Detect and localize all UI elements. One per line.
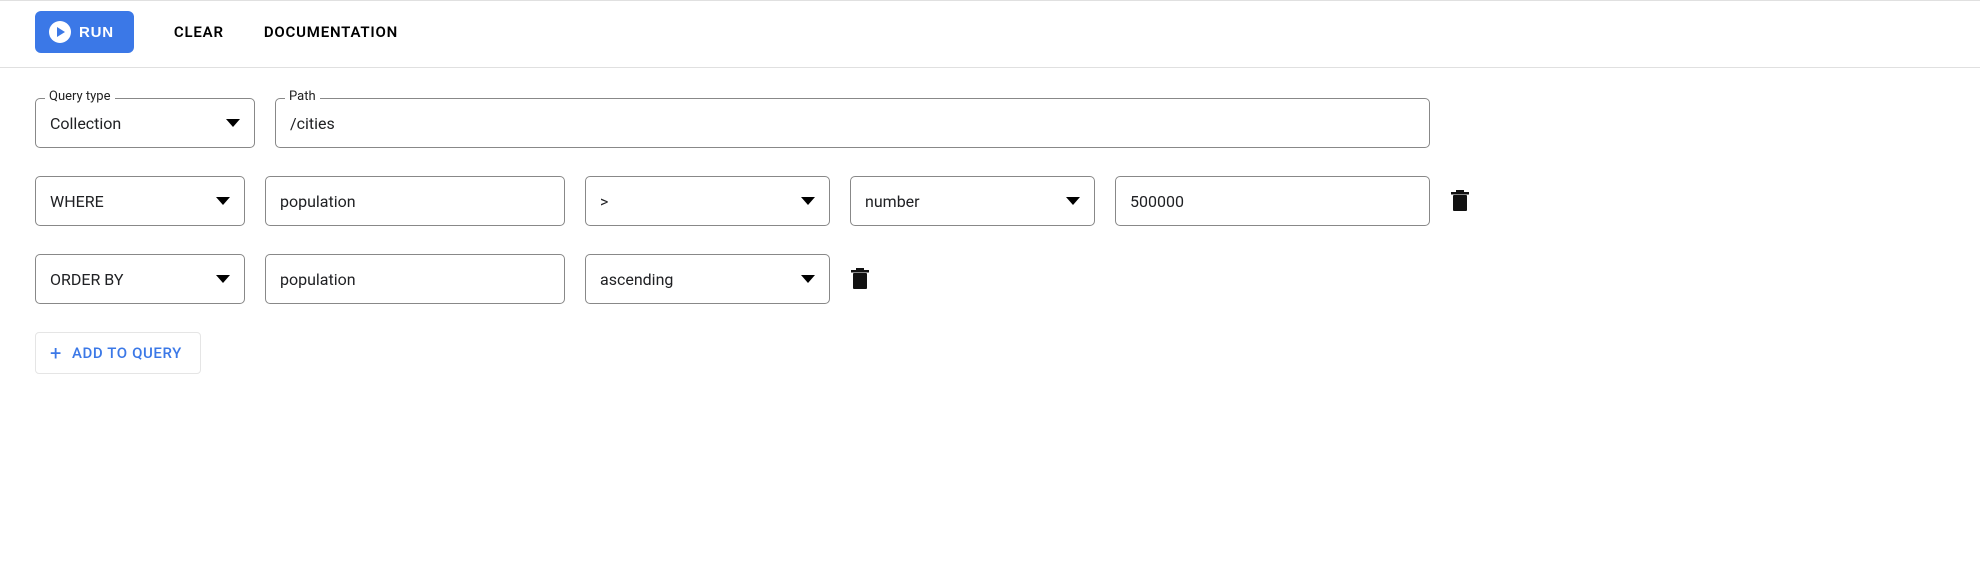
query-type-field: Query type Collection [35, 98, 255, 148]
clause-type-select[interactable]: WHERE [35, 176, 245, 226]
where-field-input-wrap [265, 176, 565, 226]
chevron-down-icon [226, 119, 240, 127]
clause-type-select[interactable]: ORDER BY [35, 254, 245, 304]
clear-button[interactable]: CLEAR [174, 23, 224, 41]
play-icon [49, 21, 71, 43]
query-type-label: Query type [45, 89, 115, 104]
chevron-down-icon [1066, 197, 1080, 205]
path-input[interactable] [290, 114, 1415, 133]
run-button-label: RUN [79, 24, 114, 41]
chevron-down-icon [216, 275, 230, 283]
add-to-query-button[interactable]: + ADD TO QUERY [35, 332, 201, 374]
orderby-direction-select[interactable]: ascending [585, 254, 830, 304]
where-field-input[interactable] [280, 192, 550, 211]
clause-type-value: ORDER BY [50, 270, 123, 289]
plus-icon: + [50, 343, 62, 363]
orderby-clause-row: ORDER BY ascending [35, 254, 1945, 304]
delete-orderby-clause-button[interactable] [850, 268, 870, 290]
chevron-down-icon [801, 275, 815, 283]
where-clause-row: WHERE > number [35, 176, 1945, 226]
query-type-value: Collection [50, 114, 121, 133]
where-value-input-wrap [1115, 176, 1430, 226]
query-builder: Query type Collection Path WHERE > numbe… [0, 68, 1980, 404]
orderby-field-input-wrap [265, 254, 565, 304]
path-field: Path [275, 98, 1430, 148]
where-value-input[interactable] [1130, 192, 1415, 211]
trash-icon [850, 268, 870, 290]
toolbar: RUN CLEAR DOCUMENTATION [0, 0, 1980, 68]
orderby-direction-value: ascending [600, 270, 673, 289]
orderby-field-input[interactable] [280, 270, 550, 289]
path-input-wrap [275, 98, 1430, 148]
query-type-select[interactable]: Collection [35, 98, 255, 148]
where-value-type-value: number [865, 192, 920, 211]
clause-type-value: WHERE [50, 192, 104, 211]
add-to-query-label: ADD TO QUERY [72, 344, 182, 362]
documentation-link[interactable]: DOCUMENTATION [264, 23, 398, 41]
where-value-type-select[interactable]: number [850, 176, 1095, 226]
where-operator-select[interactable]: > [585, 176, 830, 226]
chevron-down-icon [216, 197, 230, 205]
chevron-down-icon [801, 197, 815, 205]
trash-icon [1450, 190, 1470, 212]
path-label: Path [285, 89, 320, 104]
where-operator-value: > [600, 192, 608, 211]
run-button[interactable]: RUN [35, 11, 134, 53]
query-type-path-row: Query type Collection Path [35, 98, 1945, 148]
delete-where-clause-button[interactable] [1450, 190, 1470, 212]
